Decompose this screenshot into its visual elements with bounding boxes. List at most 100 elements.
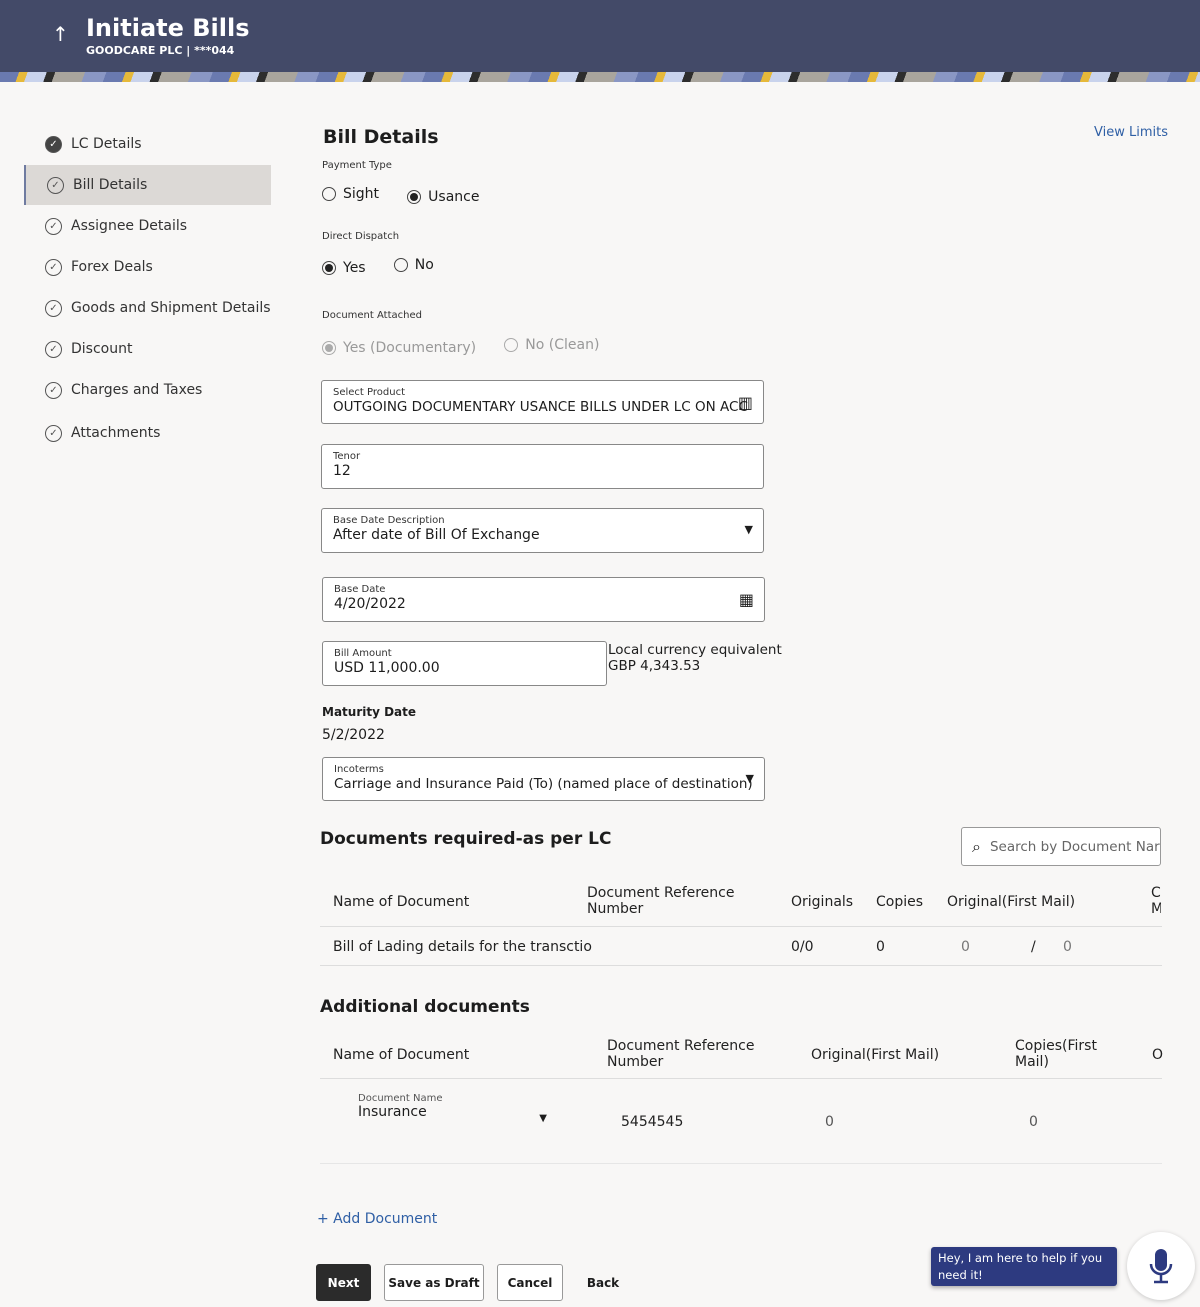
header-pattern (0, 72, 1200, 82)
field-label: Base Date Description (333, 515, 445, 526)
document-name-select[interactable]: Document Name Insurance ▼ (350, 1093, 555, 1133)
divider (320, 926, 1162, 927)
first-mail-originals-input[interactable]: 0 (961, 939, 970, 955)
save-as-draft-button[interactable]: Save as Draft (384, 1264, 484, 1301)
page-title: Initiate Bills (86, 14, 250, 42)
sidebar-item-forex-deals[interactable]: ✓ Forex Deals (24, 247, 271, 287)
cell-copies-first-mail[interactable]: 0 (1029, 1114, 1038, 1130)
check-circle-icon: ✓ (45, 424, 62, 442)
sidebar-item-label: Charges and Taxes (71, 382, 203, 398)
document-attached-group: Yes (Documentary) No (Clean) (322, 337, 623, 356)
col-header: Document Reference Number (587, 885, 735, 917)
document-search-input[interactable]: ⌕ Search by Document Nar (961, 827, 1161, 866)
cell-original-first-mail[interactable]: 0 (825, 1114, 834, 1130)
field-label: Base Date (334, 584, 386, 595)
field-value: 12 (333, 463, 351, 479)
chatbot-mic-button[interactable] (1127, 1232, 1195, 1300)
back-arrow-icon[interactable]: ↑ (52, 22, 69, 46)
cancel-button[interactable]: Cancel (497, 1264, 563, 1301)
direct-dispatch-group: Yes No (322, 257, 458, 276)
chevron-down-icon: ▼ (745, 772, 754, 785)
additional-documents-title: Additional documents (320, 997, 530, 1017)
microphone-icon (1149, 1249, 1173, 1284)
sidebar-item-label: Assignee Details (71, 218, 188, 234)
product-lookup-icon[interactable]: ▥ (738, 393, 753, 412)
sidebar-item-label: Attachments (71, 425, 161, 441)
col-header: Name of Document (333, 894, 470, 910)
bill-amount-input[interactable]: Bill Amount USD 11,000.00 (322, 641, 607, 686)
base-date-description-select[interactable]: Base Date Description After date of Bill… (321, 508, 764, 553)
sidebar-item-attachments[interactable]: ✓ Attachments (24, 413, 271, 453)
direct-dispatch-label: Direct Dispatch (322, 231, 400, 242)
chevron-down-icon: ▼ (539, 1113, 547, 1124)
radio-sight[interactable]: Sight (322, 186, 379, 202)
radio-usance[interactable]: Usance (407, 189, 479, 205)
field-value: OUTGOING DOCUMENTARY USANCE BILLS UNDER … (333, 399, 748, 415)
sidebar-item-label: Bill Details (73, 177, 148, 193)
field-value: Insurance (358, 1104, 427, 1120)
radio-clean: No (Clean) (504, 337, 599, 353)
sidebar-item-bill-details[interactable]: ✓ Bill Details (24, 165, 271, 205)
field-label: Select Product (333, 387, 405, 398)
payment-type-group: Sight Usance (322, 186, 503, 205)
check-circle-icon: ✓ (45, 258, 62, 276)
account-subtitle: GOODCARE PLC | ***044 (86, 44, 235, 57)
divider (320, 1163, 1162, 1164)
field-label: Incoterms (334, 764, 384, 775)
field-value: After date of Bill Of Exchange (333, 527, 540, 543)
field-value: Carriage and Insurance Paid (To) (named … (334, 776, 753, 792)
sidebar-item-discount[interactable]: ✓ Discount (24, 329, 271, 369)
check-circle-icon: ✓ (45, 217, 62, 235)
col-header: Copies(First Mail) (1015, 1038, 1097, 1070)
base-date-input[interactable]: Base Date 4/20/2022 ▦ (322, 577, 765, 622)
first-mail-copies-input[interactable]: 0 (1063, 939, 1072, 955)
local-equiv-label: Local currency equivalent (608, 642, 782, 658)
sidebar-item-goods-shipment[interactable]: ✓ Goods and Shipment Details (24, 288, 271, 328)
incoterms-select[interactable]: Incoterms Carriage and Insurance Paid (T… (322, 757, 765, 801)
sidebar-item-assignee-details[interactable]: ✓ Assignee Details (24, 206, 271, 246)
col-header: Name of Document (333, 1047, 470, 1063)
cell-reference[interactable]: 5454545 (621, 1114, 683, 1130)
calendar-icon[interactable]: ▦ (739, 590, 754, 609)
back-button[interactable]: Back (576, 1264, 630, 1301)
col-header: Copies (876, 894, 924, 910)
select-product-field[interactable]: Select Product OUTGOING DOCUMENTARY USAN… (321, 380, 764, 424)
cell-originals: 0/0 (791, 939, 814, 955)
field-label: Tenor (333, 451, 361, 462)
col-header: Original(First Mail) (947, 894, 1076, 910)
check-circle-icon: ✓ (45, 381, 62, 399)
radio-yes[interactable]: Yes (322, 260, 366, 276)
document-attached-label: Document Attached (322, 310, 422, 321)
chatbot-message: Hey, I am here to help if you need it! (931, 1247, 1117, 1286)
search-icon: ⌕ (972, 836, 981, 856)
separator: / (1031, 939, 1036, 955)
sidebar-item-label: Forex Deals (71, 259, 153, 275)
maturity-date-value: 5/2/2022 (322, 727, 385, 743)
field-value: USD 11,000.00 (334, 660, 440, 676)
sidebar-item-charges-taxes[interactable]: ✓ Charges and Taxes (24, 370, 271, 410)
add-document-link[interactable]: + Add Document (317, 1211, 437, 1227)
documents-required-title: Documents required-as per LC (320, 829, 612, 849)
sidebar-item-label: Discount (71, 341, 133, 357)
next-button[interactable]: Next (316, 1264, 371, 1301)
radio-no[interactable]: No (393, 257, 434, 273)
col-header: C M (1151, 885, 1161, 917)
payment-type-label: Payment Type (322, 160, 392, 171)
divider (320, 965, 1162, 966)
check-circle-icon: ✓ (45, 299, 62, 317)
divider (320, 1078, 1162, 1079)
field-label: Document Name (358, 1093, 443, 1104)
field-value: 4/20/2022 (334, 596, 406, 612)
check-circle-icon: ✓ (47, 176, 64, 194)
local-currency-equivalent: Local currency equivalent GBP 4,343.53 (608, 642, 782, 674)
sidebar-item-label: Goods and Shipment Details (71, 300, 271, 316)
tenor-input[interactable]: Tenor 12 (321, 444, 764, 489)
cell-name: Bill of Lading details for the transctio (333, 939, 592, 955)
check-circle-icon: ✓ (45, 340, 62, 358)
sidebar-item-lc-details[interactable]: ✓ LC Details (24, 124, 271, 164)
view-limits-link[interactable]: View Limits (1094, 125, 1168, 140)
maturity-date-label: Maturity Date (322, 705, 417, 719)
sidebar-item-label: LC Details (71, 136, 142, 152)
col-header: O (1152, 1047, 1164, 1063)
cell-copies: 0 (876, 939, 885, 955)
